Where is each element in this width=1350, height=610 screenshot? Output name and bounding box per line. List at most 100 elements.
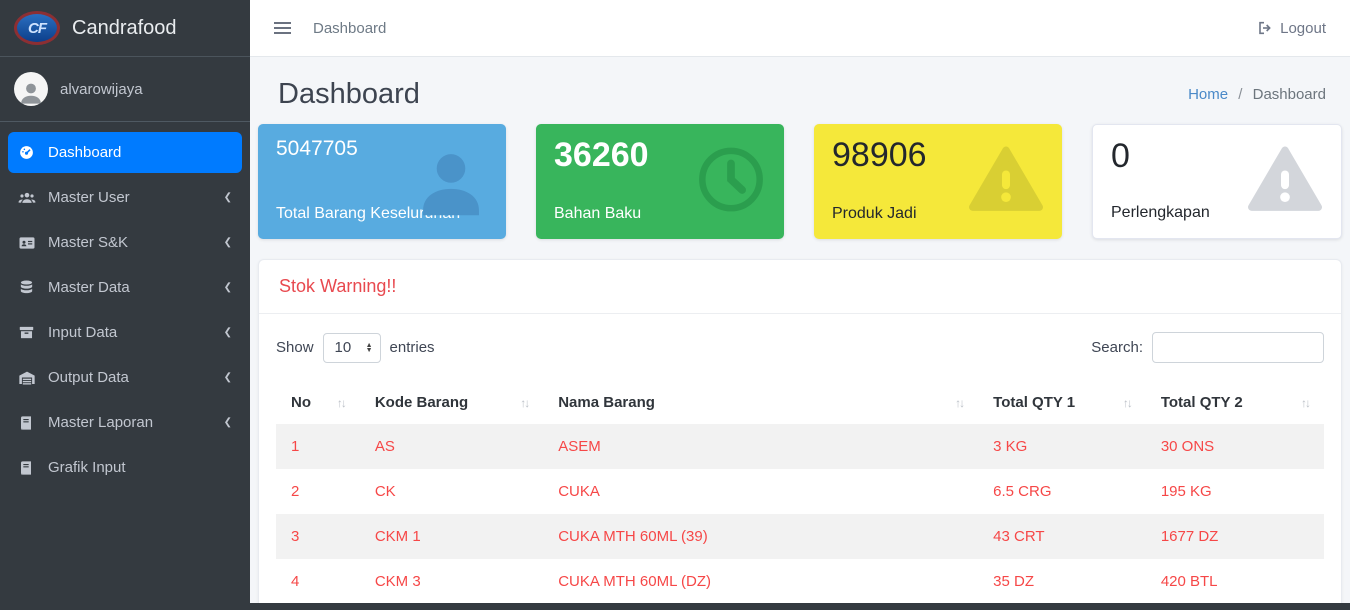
chevron-left-icon: ❮ bbox=[224, 192, 232, 203]
show-label: Show bbox=[276, 339, 314, 356]
cell-kode: CKM 1 bbox=[360, 514, 543, 559]
clock-icon bbox=[694, 142, 768, 221]
panel-title: Stok Warning!! bbox=[279, 276, 1321, 297]
chevron-left-icon: ❮ bbox=[224, 237, 232, 248]
cell-no: 4 bbox=[276, 559, 360, 604]
content-header: Dashboard Home / Dashboard bbox=[250, 57, 1350, 124]
brand[interactable]: CF Candrafood bbox=[0, 0, 250, 57]
sidebar-item-label: Master User bbox=[48, 189, 130, 206]
cell-nama: ASEM bbox=[543, 424, 978, 469]
bottom-strip bbox=[0, 603, 1350, 610]
panel-body: Show 10 ▲▼ entries Search: No↑↓ Kode bbox=[259, 314, 1341, 610]
cell-no: 2 bbox=[276, 469, 360, 514]
stok-warning-panel: Stok Warning!! Show 10 ▲▼ entries Search… bbox=[258, 259, 1342, 610]
sidebar: CF Candrafood alvarowijaya Dashboard Mas… bbox=[0, 0, 250, 610]
column-header-nama-barang[interactable]: Nama Barang↑↓ bbox=[543, 381, 978, 424]
table-row: 1 AS ASEM 3 KG 30 ONS bbox=[276, 424, 1324, 469]
sidebar-item-dashboard[interactable]: Dashboard bbox=[8, 132, 242, 173]
sidebar-item-label: Master Data bbox=[48, 279, 130, 296]
sidebar-item-input-data[interactable]: Input Data ❮ bbox=[8, 312, 242, 353]
warehouse-icon bbox=[18, 369, 48, 387]
sidebar-item-master-laporan[interactable]: Master Laporan ❮ bbox=[8, 402, 242, 443]
user-name: alvarowijaya bbox=[60, 81, 143, 98]
stat-card-total-barang: 5047705 Total Barang Keseluruhan bbox=[258, 124, 506, 239]
sidebar-item-grafik-input[interactable]: Grafik Input bbox=[8, 447, 242, 488]
chevron-left-icon: ❮ bbox=[224, 372, 232, 383]
page-length-value: 10 bbox=[335, 339, 352, 356]
sidebar-item-master-data[interactable]: Master Data ❮ bbox=[8, 267, 242, 308]
table-row: 2 CK CUKA 6.5 CRG 195 KG bbox=[276, 469, 1324, 514]
topbar: Dashboard Logout bbox=[250, 0, 1350, 57]
search-group: Search: bbox=[1091, 332, 1324, 363]
cell-nama: CUKA bbox=[543, 469, 978, 514]
stat-card-bahan-baku: 36260 Bahan Baku bbox=[536, 124, 784, 239]
book-icon bbox=[18, 415, 48, 431]
users-icon bbox=[18, 189, 48, 207]
stok-warning-table: No↑↓ Kode Barang↑↓ Nama Barang↑↓ Total Q… bbox=[276, 381, 1324, 604]
cell-nama: CUKA MTH 60ML (DZ) bbox=[543, 559, 978, 604]
topbar-dashboard-link[interactable]: Dashboard bbox=[313, 20, 386, 37]
cell-no: 3 bbox=[276, 514, 360, 559]
breadcrumb-home-link[interactable]: Home bbox=[1188, 86, 1228, 103]
sidebar-item-label: Master S&K bbox=[48, 234, 128, 251]
cell-kode: CK bbox=[360, 469, 543, 514]
sort-icon: ↑↓ bbox=[520, 396, 528, 410]
chevron-left-icon: ❮ bbox=[224, 417, 232, 428]
sidebar-item-master-user[interactable]: Master User ❮ bbox=[8, 177, 242, 218]
stat-card-produk-jadi: 98906 Produk Jadi bbox=[814, 124, 1062, 239]
cell-qty1: 43 CRT bbox=[978, 514, 1146, 559]
avatar bbox=[14, 72, 48, 106]
cell-qty2: 30 ONS bbox=[1146, 424, 1324, 469]
database-icon bbox=[18, 279, 48, 296]
column-header-kode-barang[interactable]: Kode Barang↑↓ bbox=[360, 381, 543, 424]
cell-kode: CKM 3 bbox=[360, 559, 543, 604]
sidebar-item-output-data[interactable]: Output Data ❮ bbox=[8, 357, 242, 398]
sort-icon: ↑↓ bbox=[955, 396, 963, 410]
sidebar-item-label: Output Data bbox=[48, 369, 129, 386]
cell-no: 1 bbox=[276, 424, 360, 469]
stat-cards-row: 5047705 Total Barang Keseluruhan 36260 B… bbox=[250, 124, 1350, 239]
sort-icon: ↑↓ bbox=[337, 396, 345, 410]
id-card-icon bbox=[18, 234, 48, 252]
chevron-left-icon: ❮ bbox=[224, 282, 232, 293]
page-title: Dashboard bbox=[278, 78, 420, 111]
column-header-no[interactable]: No↑↓ bbox=[276, 381, 360, 424]
tachometer-icon bbox=[18, 144, 48, 161]
breadcrumb-current: Dashboard bbox=[1253, 86, 1326, 103]
main-content: Dashboard Logout Dashboard Home / Dashbo… bbox=[250, 0, 1350, 610]
search-input[interactable] bbox=[1152, 332, 1324, 363]
chevron-left-icon: ❮ bbox=[224, 327, 232, 338]
sidebar-item-label: Master Laporan bbox=[48, 414, 153, 431]
person-icon bbox=[17, 78, 45, 106]
search-label: Search: bbox=[1091, 339, 1143, 356]
panel-header: Stok Warning!! bbox=[259, 260, 1341, 314]
column-header-total-qty-1[interactable]: Total QTY 1↑↓ bbox=[978, 381, 1146, 424]
sidebar-item-label: Input Data bbox=[48, 324, 117, 341]
breadcrumb: Home / Dashboard bbox=[1188, 86, 1326, 103]
user-icon bbox=[412, 140, 490, 223]
column-header-total-qty-2[interactable]: Total QTY 2↑↓ bbox=[1146, 381, 1324, 424]
box-icon bbox=[18, 324, 48, 341]
page-length-select[interactable]: 10 ▲▼ bbox=[323, 333, 381, 363]
warning-icon bbox=[1245, 139, 1325, 224]
page-length-group: Show 10 ▲▼ entries bbox=[276, 333, 435, 363]
table-controls: Show 10 ▲▼ entries Search: bbox=[276, 332, 1324, 363]
sidebar-item-master-sk[interactable]: Master S&K ❮ bbox=[8, 222, 242, 263]
logout-button[interactable]: Logout bbox=[1257, 20, 1326, 37]
brand-logo-icon: CF bbox=[14, 11, 60, 45]
sidebar-toggle-icon[interactable] bbox=[274, 22, 291, 34]
sidebar-nav: Dashboard Master User ❮ Master S&K ❮ Mas… bbox=[0, 122, 250, 502]
warning-icon bbox=[966, 139, 1046, 224]
sort-icon: ↑↓ bbox=[1301, 396, 1309, 410]
sign-out-icon bbox=[1257, 20, 1273, 36]
breadcrumb-separator: / bbox=[1238, 86, 1242, 103]
select-arrows-icon: ▲▼ bbox=[366, 343, 373, 353]
user-panel: alvarowijaya bbox=[0, 57, 250, 122]
cell-nama: CUKA MTH 60ML (39) bbox=[543, 514, 978, 559]
brand-name: Candrafood bbox=[72, 17, 177, 40]
sidebar-item-label: Grafik Input bbox=[48, 459, 126, 476]
cell-kode: AS bbox=[360, 424, 543, 469]
logout-label: Logout bbox=[1280, 20, 1326, 37]
stat-card-perlengkapan: 0 Perlengkapan bbox=[1092, 124, 1342, 239]
cell-qty2: 1677 DZ bbox=[1146, 514, 1324, 559]
